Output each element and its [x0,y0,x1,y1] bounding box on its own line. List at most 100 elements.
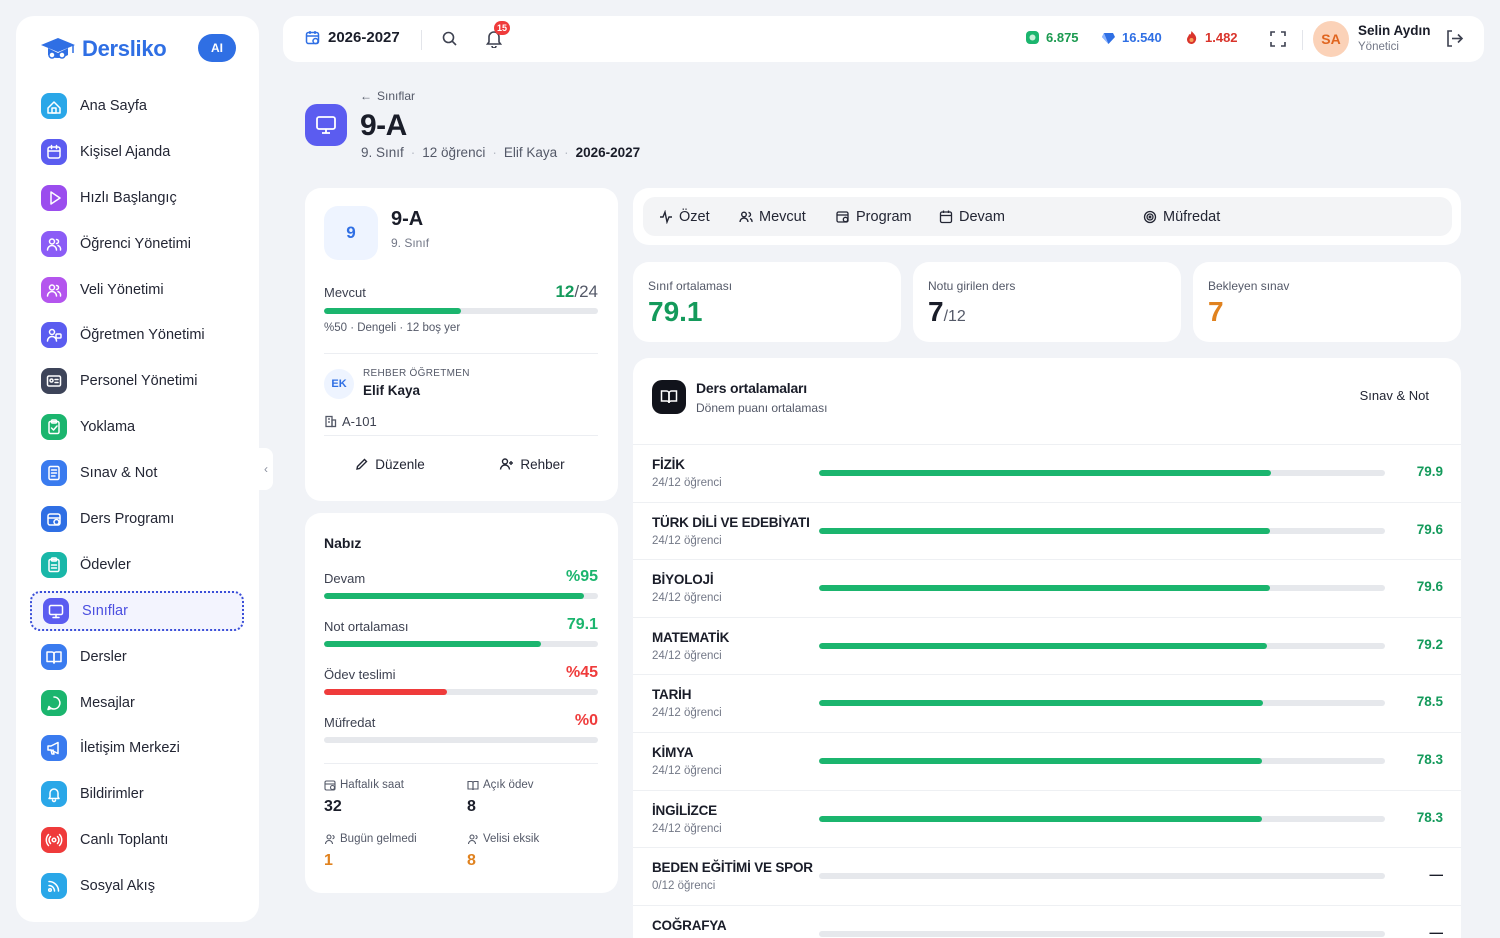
pulse-card: Nabız Devam %95 Not ortalaması 79.1 Ödev… [305,513,618,893]
subject-bar-fill [819,758,1263,764]
ai-badge[interactable]: AI [198,34,236,62]
sidebar-item-label: Bildirimler [80,786,144,803]
sidebar-item-13[interactable]: Mesajlar [30,683,244,723]
class-grade: 9. Sınıf [391,236,430,250]
table-row[interactable]: İNGİLİZCE 24/12 öğrenci 78.3 [633,789,1461,848]
pulse-fact: Açık ödev [467,779,534,791]
brand-logo[interactable]: Dersliko [38,34,167,64]
year-selector[interactable]: 2026-2027 [305,29,400,46]
class-card: 9 9-A 9. Sınıf Mevcut 12/24 %50 · Dengel… [305,188,618,501]
sidebar-item-label: Veli Yönetimi [80,281,164,298]
sidebar-item-4[interactable]: Veli Yönetimi [30,270,244,310]
sidebar-item-11[interactable]: Sınıflar [30,590,244,631]
users-icon [324,834,335,845]
tab-attendance[interactable]: Devam [939,197,1005,236]
meta-teacher: Elif Kaya [503,145,558,160]
summary-card-number: 7 [928,296,944,327]
room-info: A-101 [324,414,377,429]
separator-dot: · [410,145,416,160]
summary-card-value: 7 [1208,296,1224,328]
activity-icon [660,209,672,224]
search-icon [442,31,457,46]
rss-icon [41,873,67,900]
pulse-metric-label: Müfredat [324,715,376,730]
search-button[interactable] [441,30,458,47]
subject-bar [819,930,1385,937]
sidebar-item-9[interactable]: Ders Programı [30,499,244,539]
sidebar-item-7[interactable]: Yoklama [30,407,244,447]
exams-link-button[interactable]: Sınav & Not [1346,380,1443,410]
home-icon [41,93,67,119]
summary-card: Notu girilen ders 7/12 [913,262,1181,342]
tab-program-label: Program [856,208,912,225]
subject-bar [819,585,1385,592]
user-name[interactable]: Selin Aydın [1358,23,1431,38]
sidebar-item-14[interactable]: İletişim Merkezi [30,728,244,768]
guide-button[interactable]: Rehber [466,447,598,481]
sidebar-item-8[interactable]: Sınav & Not [30,453,244,493]
user-avatar[interactable]: SA [1313,21,1349,57]
summary-card-label: Bekleyen sınav [1208,279,1290,293]
calendar-clock-icon [324,780,336,791]
divider [324,763,598,764]
users-icon [41,230,67,257]
pulse-metric-label: Ödev teslimi [324,667,396,682]
sidebar-item-5[interactable]: Öğretmen Yönetimi [30,315,244,355]
pulse-fact: Haftalık saat [324,779,404,791]
subject-bar-fill [819,642,1268,649]
sidebar-item-label: İletişim Merkezi [80,740,180,757]
table-row[interactable]: KİMYA 24/12 öğrenci 78.3 [633,732,1461,790]
sidebar-item-2[interactable]: Hızlı Başlangıç [30,178,244,218]
table-row[interactable]: TARİH 24/12 öğrenci 78.5 [633,674,1461,732]
pulse-fact-label: Haftalık saat [340,779,404,791]
table-row[interactable]: COĞRAFYA — [633,904,1461,938]
pencil-icon [356,458,368,470]
divider [1302,30,1303,50]
tab-program[interactable]: Program [836,197,912,236]
table-row[interactable]: BEDEN EĞİTİMİ VE SPOR 0/12 öğrenci — [633,847,1461,905]
pulse-metric-bar [324,593,598,599]
sidebar-collapse-button[interactable]: ‹ [259,448,273,490]
summary-card: Bekleyen sınav 7 [1193,262,1461,342]
bell-icon [41,781,67,808]
table-row[interactable]: BİYOLOJİ 24/12 öğrenci 79.6 [633,559,1461,617]
room-label: A-101 [342,414,377,429]
back-link[interactable]: ← Sınıflar [360,89,415,103]
teacher-name[interactable]: Elif Kaya [363,383,420,398]
sidebar-item-1[interactable]: Kişisel Ajanda [30,132,244,172]
tab-roster[interactable]: Mevcut [739,197,806,236]
sidebar-item-10[interactable]: Ödevler [30,545,244,585]
pulse-metric-value: %45 [565,664,598,681]
logout-icon [1447,30,1464,47]
sidebar-item-17[interactable]: Sosyal Akış [30,866,244,906]
logout-button[interactable] [1445,29,1464,48]
target-icon [1143,210,1157,223]
sidebar-item-label: Ders Programı [80,511,175,528]
teacher-role: REHBER ÖĞRETMEN [363,368,470,379]
subject-bar-fill [819,815,1263,822]
subject-count: 24/12 öğrenci [652,592,722,605]
subject-average: 79.6 [1416,521,1443,537]
sidebar-item-15[interactable]: Bildirimler [30,774,244,814]
sidebar-item-3[interactable]: Öğrenci Yönetimi [30,224,244,264]
presentation-icon [43,597,69,624]
table-row[interactable]: FİZİK 24/12 öğrenci 79.9 [633,444,1461,502]
table-row[interactable]: TÜRK DİLİ VE EDEBİYATI 24/12 öğrenci 79.… [633,501,1461,560]
tab-curriculum[interactable]: Müfredat [1143,197,1220,236]
subject-average: 78.3 [1416,752,1443,767]
fullscreen-button[interactable] [1269,30,1287,48]
table-row[interactable]: MATEMATİK 24/12 öğrenci 79.2 [633,616,1461,675]
averages-card: Ders ortalamaları Dönem puanı ortalaması… [633,358,1461,938]
sidebar-item-16[interactable]: Canlı Toplantı [30,820,244,860]
meta-grade: 9. Sınıf [361,145,404,160]
summary-card-value: 7/12 [928,296,966,328]
summary-card-value: 79.1 [648,296,703,328]
sidebar-item-6[interactable]: Personel Yönetimi [30,361,244,401]
tab-summary[interactable]: Özet [659,197,710,236]
sidebar-item-12[interactable]: Dersler [30,637,244,677]
users-icon [41,276,67,303]
edit-button[interactable]: Düzenle [324,447,456,481]
subject-average: — [1429,867,1444,883]
sidebar-item-0[interactable]: Ana Sayfa [30,86,244,126]
subject-count: 24/12 öğrenci [652,477,722,489]
